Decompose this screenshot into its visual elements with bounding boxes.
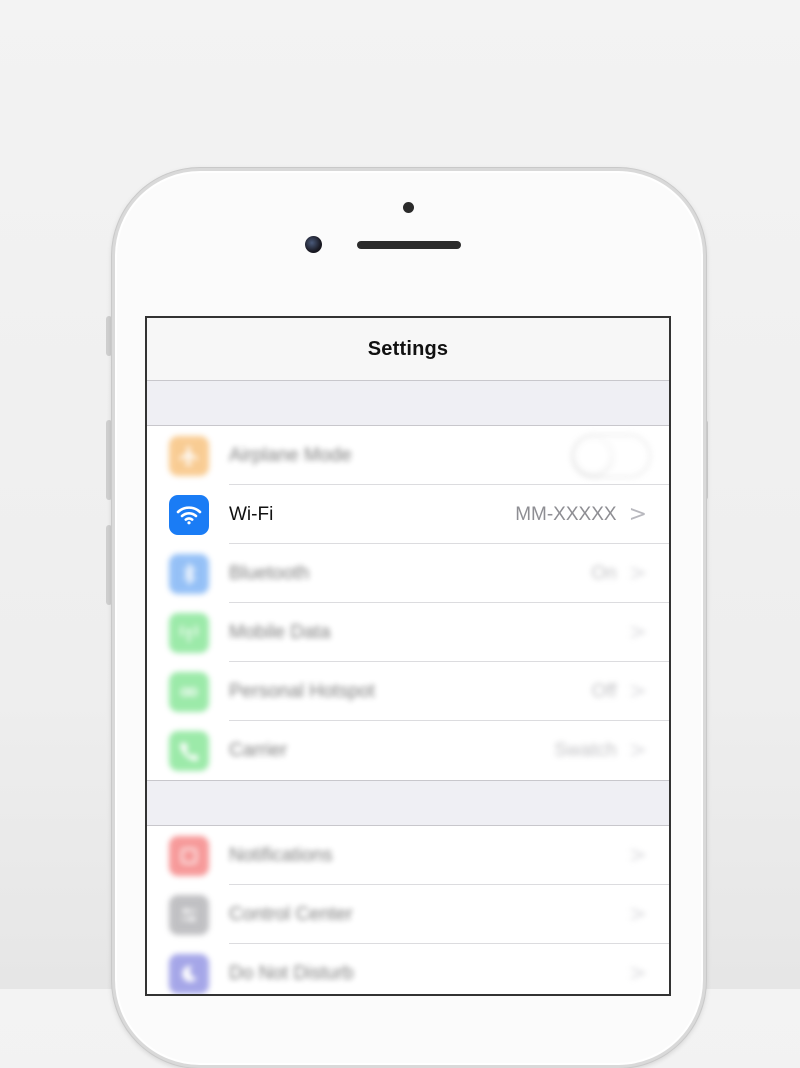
antenna-icon xyxy=(169,612,209,653)
hotspot-icon xyxy=(169,671,209,712)
chevron-right-icon: > xyxy=(628,502,647,527)
page-title: Settings xyxy=(367,337,449,360)
chevron-right-icon: > xyxy=(628,902,647,927)
chevron-right-icon: > xyxy=(628,620,647,645)
section-spacer xyxy=(147,381,669,426)
wifi-icon xyxy=(169,494,209,535)
row-value: On xyxy=(591,562,617,584)
row-value: Off xyxy=(591,680,617,702)
row-control-center[interactable]: Control Center > xyxy=(147,885,669,944)
proximity-sensor xyxy=(403,202,414,213)
row-wifi[interactable]: Wi-Fi MM-XXXXX > xyxy=(147,485,669,544)
row-label: Control Center xyxy=(229,903,353,925)
row-do-not-disturb[interactable]: Do Not Disturb > xyxy=(147,944,669,994)
row-personal-hotspot[interactable]: Personal Hotspot Off > xyxy=(147,662,669,721)
settings-group-connectivity: Airplane Mode Wi-Fi MM-XXXXX > Bluetooth… xyxy=(147,426,669,780)
row-label: Mobile Data xyxy=(229,621,331,643)
row-notifications[interactable]: Notifications > xyxy=(147,826,669,885)
row-value: Swatch xyxy=(554,739,617,761)
chevron-right-icon: > xyxy=(628,738,647,763)
chevron-right-icon: > xyxy=(628,961,647,986)
chevron-right-icon: > xyxy=(628,679,647,704)
settings-group-general: Notifications > Control Center > Do Not … xyxy=(147,826,669,994)
chevron-right-icon: > xyxy=(628,843,647,868)
airplane-mode-toggle[interactable] xyxy=(571,433,651,478)
bluetooth-icon xyxy=(169,553,209,594)
row-label: Carrier xyxy=(229,739,288,761)
moon-icon xyxy=(169,953,209,994)
row-mobile-data[interactable]: Mobile Data > xyxy=(147,603,669,662)
row-label: Wi-Fi xyxy=(229,503,274,525)
row-label: Do Not Disturb xyxy=(229,962,354,984)
row-label: Bluetooth xyxy=(229,562,310,584)
navigation-bar: Settings xyxy=(147,318,669,381)
row-airplane-mode[interactable]: Airplane Mode xyxy=(147,426,669,485)
chevron-right-icon: > xyxy=(628,561,647,586)
front-camera xyxy=(305,236,322,253)
phone-screen: Settings Airplane Mode Wi-Fi MM-XXXXX > … xyxy=(145,316,671,996)
row-label: Airplane Mode xyxy=(229,444,352,466)
earpiece-speaker xyxy=(357,241,461,249)
section-spacer xyxy=(147,780,669,826)
row-bluetooth[interactable]: Bluetooth On > xyxy=(147,544,669,603)
notifications-icon xyxy=(169,835,209,876)
row-carrier[interactable]: Carrier Swatch > xyxy=(147,721,669,780)
wifi-network-name: MM-XXXXX xyxy=(515,503,617,525)
control-center-icon xyxy=(169,894,209,935)
row-label: Personal Hotspot xyxy=(229,680,375,702)
phone-icon xyxy=(169,730,209,771)
row-label: Notifications xyxy=(229,844,333,866)
airplane-icon xyxy=(169,435,209,476)
